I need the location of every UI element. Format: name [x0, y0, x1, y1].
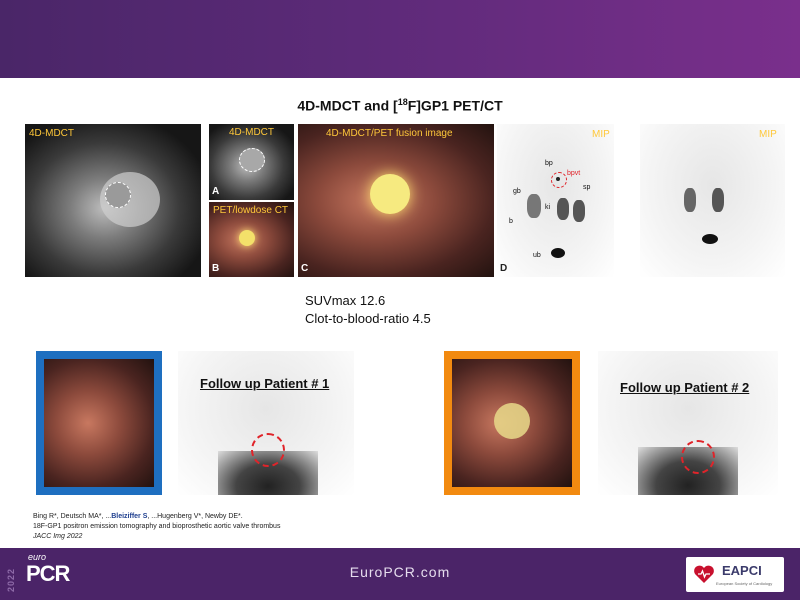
followup-patient-1-title: Follow up Patient # 1: [200, 376, 330, 391]
citation: Bing R*, Deutsch MA*, ...Bleiziffer S, .…: [33, 513, 281, 540]
panel-a-letter: A: [212, 186, 220, 197]
followup-2-fusion-image: [444, 351, 580, 495]
followup-patient-2-title: Follow up Patient # 2: [620, 380, 750, 395]
followup-2-marker: [681, 440, 715, 474]
eapci-logo: EAPCI European Society of Cardiology: [686, 557, 784, 592]
mip-image-2: MIP: [640, 124, 785, 277]
footer-website[interactable]: EuroPCR.com: [0, 564, 800, 580]
clot-ratio-value: Clot-to-blood-ratio 4.5: [305, 311, 431, 326]
heart-icon: [694, 565, 714, 583]
mip-image-d: MIP bp bpvt gb sp ki ki b ub D: [497, 124, 614, 277]
panel-c-label: 4D-MDCT/PET fusion image: [326, 128, 453, 139]
ct-image-a: 4D-MDCT A: [209, 124, 294, 200]
organ-label-bp: bp: [545, 160, 553, 167]
stats-text: SUVmax 12.6 Clot-to-blood-ratio 4.5: [305, 292, 431, 328]
panel-b-letter: B: [212, 263, 220, 274]
organ-label-b: b: [509, 218, 513, 225]
suvmax-value: SUVmax 12.6: [305, 293, 386, 308]
fusion-image-c: 4D-MDCT/PET fusion image C: [298, 124, 494, 277]
panel-a-label: 4D-MDCT: [229, 127, 274, 138]
mip-label-2: MIP: [759, 129, 777, 140]
followup-1-mip-image: [178, 351, 354, 495]
organ-label-ki-left: ki: [545, 204, 551, 211]
panel-d-letter: D: [500, 263, 508, 274]
followup-2-mip-image: [598, 351, 778, 495]
slide-title: 4D-MDCT and [18F]GP1 PET/CT: [297, 97, 503, 114]
organ-label-ub: ub: [533, 252, 541, 259]
header-banner: [0, 0, 800, 78]
panel-b-label: PET/lowdose CT: [213, 205, 289, 216]
mip-label-1: MIP: [592, 129, 610, 140]
panel-label-4dmdct: 4D-MDCT: [29, 128, 74, 139]
pet-image-b: PET/lowdose CT B: [209, 202, 294, 277]
organ-label-gb: gb: [513, 188, 521, 195]
organ-label-bpvt: bpvt: [567, 170, 581, 177]
organ-label-sp: sp: [583, 184, 591, 191]
followup-1-marker: [251, 433, 285, 467]
panel-c-letter: C: [301, 263, 309, 274]
followup-1-fusion-image: [36, 351, 162, 495]
ct-image-main: 4D-MDCT: [25, 124, 201, 277]
